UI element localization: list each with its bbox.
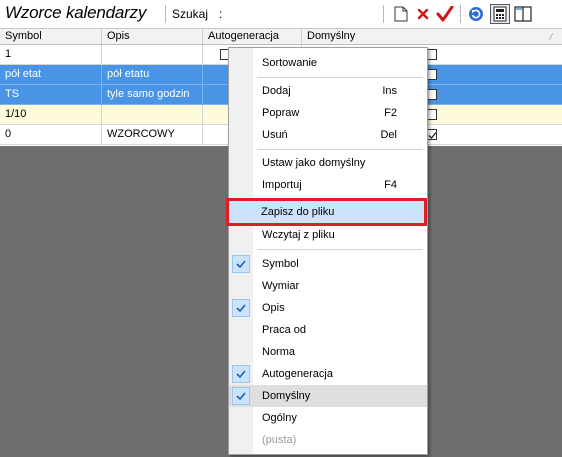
- new-document-icon[interactable]: [391, 4, 411, 24]
- toolbar-separator: [460, 5, 461, 23]
- menu-item-label: Sortowanie: [262, 57, 318, 69]
- check-icon: [232, 255, 250, 273]
- column-header-symbol[interactable]: Symbol: [0, 29, 102, 44]
- menu-item-label: Wymiar: [262, 280, 300, 292]
- context-menu: Sortowanie Dodaj Ins Popraw F2 Usuń Del …: [228, 47, 428, 455]
- check-icon: [232, 299, 250, 317]
- confirm-check-icon[interactable]: [435, 4, 455, 24]
- delete-icon[interactable]: [413, 4, 433, 24]
- menu-item-autogeneracja[interactable]: Autogeneracja: [229, 363, 427, 385]
- menu-item-praca-od[interactable]: Praca od: [229, 319, 427, 341]
- column-header-opis[interactable]: Opis: [102, 29, 203, 44]
- cell-opis: tyle samo godzin: [102, 85, 203, 105]
- menu-item-dodaj[interactable]: Dodaj Ins: [229, 80, 427, 102]
- menu-item-shortcut: F4: [384, 179, 397, 191]
- menu-item-ogolny[interactable]: Ogólny: [229, 407, 427, 429]
- cell-symbol: 0: [0, 125, 102, 145]
- menu-item-opis[interactable]: Opis: [229, 297, 427, 319]
- menu-item-pusta: (pusta): [229, 429, 427, 451]
- cell-opis: pół etatu: [102, 65, 203, 85]
- toolbar: Wzorce kalendarzy Szukaj :: [0, 0, 562, 29]
- menu-item-usun[interactable]: Usuń Del: [229, 124, 427, 146]
- menu-item-ustaw-jako-domyslny[interactable]: Ustaw jako domyślny: [229, 152, 427, 174]
- search-input[interactable]: [230, 5, 380, 23]
- panel-view-icon[interactable]: [513, 4, 533, 24]
- annotation-highlight-box: [226, 198, 427, 226]
- menu-item-popraw[interactable]: Popraw F2: [229, 102, 427, 124]
- menu-item-label: Opis: [262, 302, 285, 314]
- column-header-domyslny[interactable]: Domyślny ⁄: [302, 29, 562, 44]
- menu-item-label: Importuj: [262, 179, 302, 191]
- toolbar-separator: [383, 5, 384, 23]
- menu-item-sortowanie[interactable]: Sortowanie: [229, 52, 427, 74]
- search-colon: :: [219, 7, 223, 21]
- menu-item-importuj[interactable]: Importuj F4: [229, 174, 427, 196]
- grid-header: Symbol Opis Autogeneracja Domyślny ⁄: [0, 29, 562, 45]
- column-header-domyslny-label: Domyślny: [307, 30, 356, 42]
- menu-item-label: Popraw: [262, 107, 300, 119]
- menu-item-label: Symbol: [262, 258, 299, 270]
- menu-item-domyslny[interactable]: Domyślny: [229, 385, 427, 407]
- menu-item-shortcut: Ins: [382, 85, 397, 97]
- menu-item-label: Ustaw jako domyślny: [262, 157, 366, 169]
- toolbar-separator: [165, 5, 166, 23]
- menu-item-label: Autogeneracja: [262, 368, 333, 380]
- menu-item-shortcut: F2: [384, 107, 397, 119]
- cell-symbol: 1/10: [0, 105, 102, 125]
- menu-item-label: Ogólny: [262, 412, 297, 424]
- menu-item-label: (pusta): [262, 434, 297, 446]
- menu-separator: [257, 249, 423, 250]
- cell-symbol: 1: [0, 45, 102, 65]
- window-title: Wzorce kalendarzy: [5, 3, 147, 22]
- column-header-autogeneracja[interactable]: Autogeneracja: [203, 29, 302, 44]
- menu-item-wczytaj-z-pliku[interactable]: Wczytaj z pliku: [229, 224, 427, 246]
- menu-separator: [257, 77, 423, 78]
- menu-item-label: Norma: [262, 346, 296, 358]
- menu-item-wymiar[interactable]: Wymiar: [229, 275, 427, 297]
- menu-separator: [257, 149, 423, 150]
- menu-item-label: Dodaj: [262, 85, 291, 97]
- menu-item-symbol[interactable]: Symbol: [229, 253, 427, 275]
- menu-item-label: Usuń: [262, 129, 288, 141]
- check-icon: [232, 365, 250, 383]
- menu-item-shortcut: Del: [380, 129, 397, 141]
- cell-symbol: TS: [0, 85, 102, 105]
- menu-item-label: Wczytaj z pliku: [262, 229, 335, 241]
- check-icon: [232, 387, 250, 405]
- menu-item-label: Domyślny: [262, 390, 311, 402]
- sort-indicator-icon: ⁄: [550, 32, 552, 42]
- menu-item-label: Praca od: [262, 324, 307, 336]
- search-label: Szukaj: [172, 7, 209, 21]
- cell-opis: [102, 105, 203, 125]
- autogeneracja-checkbox[interactable]: [220, 49, 228, 60]
- cell-opis: [102, 45, 203, 65]
- cell-symbol: pół etat: [0, 65, 102, 85]
- menu-item-norma[interactable]: Norma: [229, 341, 427, 363]
- calculator-icon[interactable]: [490, 4, 510, 24]
- refresh-icon[interactable]: [466, 4, 486, 24]
- cell-opis: WZORCOWY: [102, 125, 203, 145]
